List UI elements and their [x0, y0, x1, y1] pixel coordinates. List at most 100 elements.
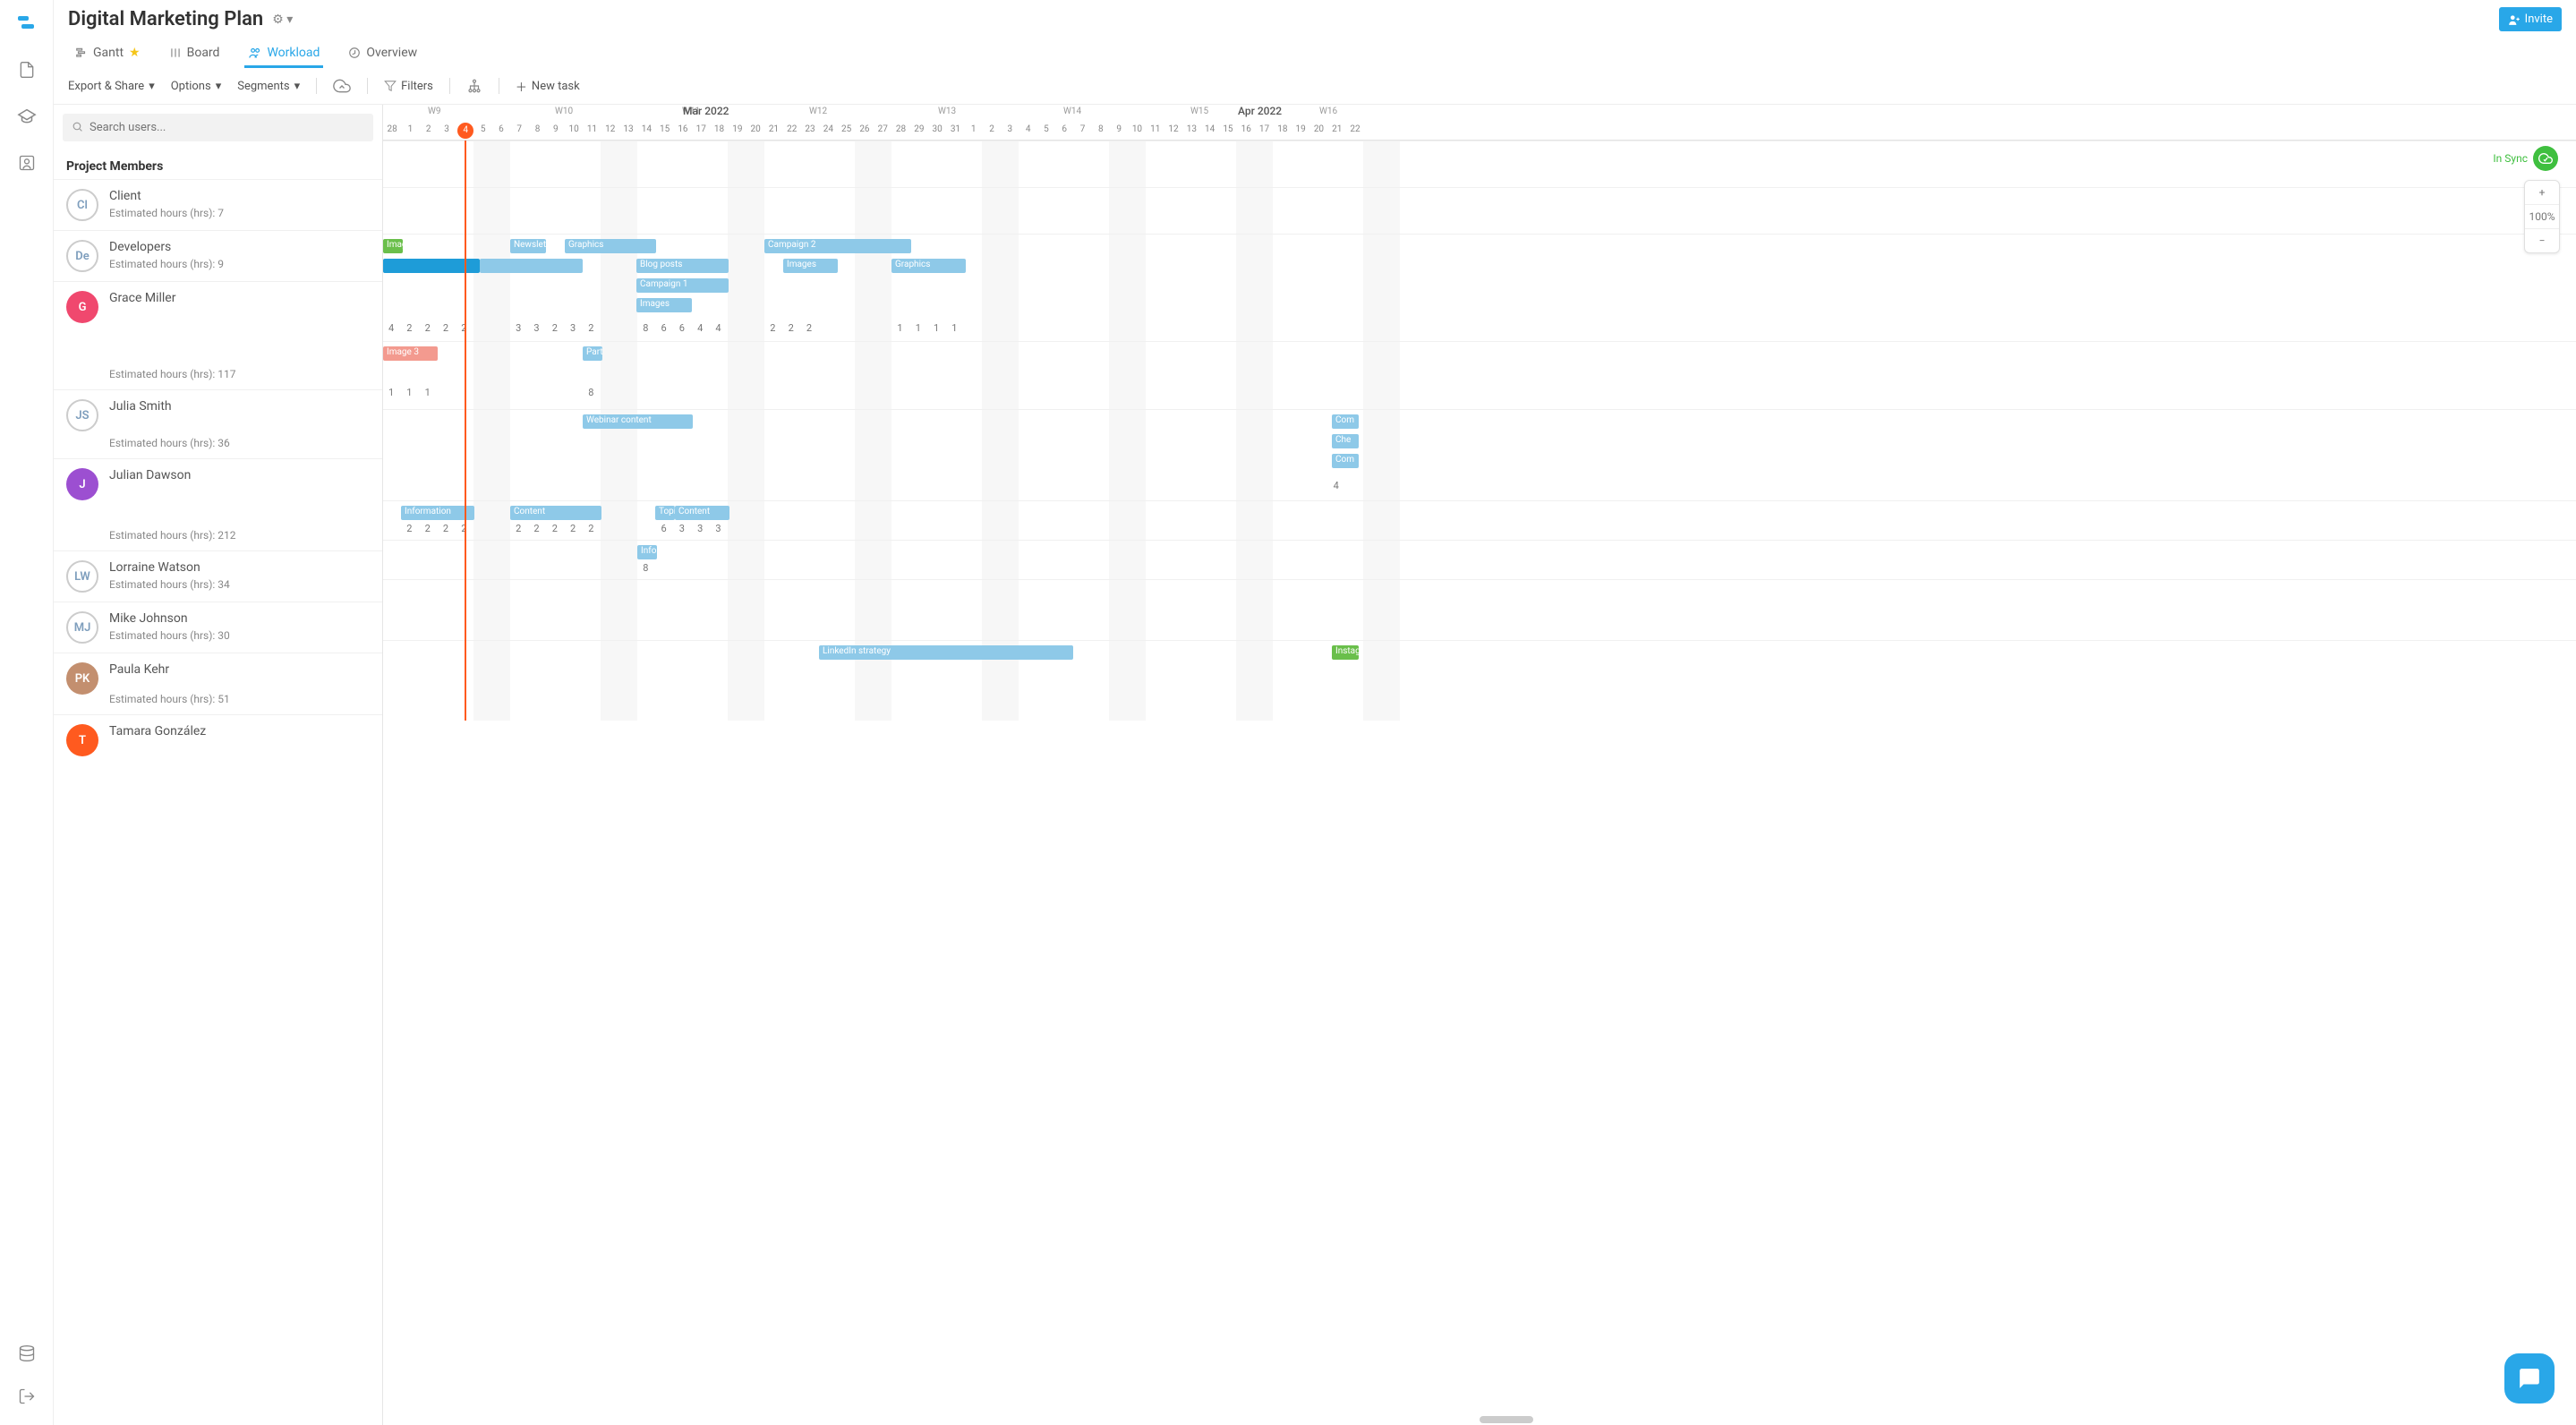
task-bar[interactable]: Webinar content	[583, 414, 693, 429]
hour-value: 2	[588, 322, 593, 334]
member-row[interactable]: DeDevelopersEstimated hours (hrs): 9	[54, 230, 382, 281]
week-label: W15	[1190, 107, 1208, 116]
hour-value: 2	[533, 523, 539, 534]
day-cell: 30	[928, 124, 946, 134]
hour-value: 6	[679, 322, 685, 334]
task-bar[interactable]: Graphics	[891, 259, 966, 273]
task-bar[interactable]: Info	[637, 545, 657, 559]
document-icon[interactable]	[16, 59, 38, 81]
day-cell: 28	[891, 124, 909, 134]
tab-workload[interactable]: Workload	[244, 40, 323, 68]
filters-button[interactable]: Filters	[384, 80, 433, 93]
member-estimate: Estimated hours (hrs): 36	[109, 437, 377, 449]
hour-value: 2	[570, 523, 576, 534]
hour-value: 2	[552, 322, 558, 334]
day-cell: 14	[1201, 124, 1219, 134]
timeline-row	[383, 187, 2576, 234]
hour-value: 3	[715, 523, 721, 534]
timeline[interactable]: W9W10W11W12W13W14W15W16Mar 2022Apr 2022 …	[383, 105, 2576, 1425]
timeline-row: Webinar content Com Che Com 4	[383, 409, 2576, 500]
hierarchy-icon[interactable]	[466, 78, 482, 94]
task-bar[interactable]: Instag	[1332, 645, 1359, 660]
member-row[interactable]: PKPaula KehrEstimated hours (hrs): 51	[54, 653, 382, 714]
day-cell: 12	[601, 124, 619, 134]
member-row[interactable]: GGrace MillerEstimated hours (hrs): 117	[54, 281, 382, 389]
contacts-icon[interactable]	[16, 152, 38, 174]
hour-value: 2	[789, 322, 794, 334]
task-bar[interactable]: Campaign 2	[764, 239, 911, 253]
task-bar[interactable]: Blog posts	[636, 259, 729, 273]
day-cell: 22	[1346, 124, 1364, 134]
hour-value: 4	[697, 322, 703, 334]
page-title: Digital Marketing Plan	[68, 8, 263, 30]
options-button[interactable]: Options ▾	[171, 80, 222, 93]
horizontal-scrollbar[interactable]	[1480, 1416, 1533, 1423]
month-label: Apr 2022	[1238, 105, 1282, 117]
academy-icon[interactable]	[16, 106, 38, 127]
export-share-button[interactable]: Export & Share ▾	[68, 80, 155, 93]
member-row[interactable]: LWLorraine WatsonEstimated hours (hrs): …	[54, 550, 382, 602]
day-cell: 4	[1019, 124, 1037, 134]
hour-value: 1	[425, 387, 431, 398]
chat-fab[interactable]	[2504, 1353, 2555, 1404]
task-bar[interactable]: Part	[583, 346, 602, 361]
tab-gantt[interactable]: Gantt ★	[72, 40, 144, 68]
member-name: Lorraine Watson	[109, 560, 377, 575]
task-bar[interactable]: Newsletter	[510, 239, 546, 253]
database-icon[interactable]	[16, 1343, 38, 1364]
member-row[interactable]: ClClientEstimated hours (hrs): 7	[54, 179, 382, 230]
tab-overview[interactable]: Overview	[345, 40, 421, 68]
day-cell: 1	[401, 124, 419, 134]
logout-icon[interactable]	[16, 1386, 38, 1407]
hour-value: 2	[588, 523, 593, 534]
avatar: PK	[66, 662, 98, 695]
segments-button[interactable]: Segments ▾	[237, 80, 300, 93]
task-bar[interactable]	[480, 259, 583, 273]
members-sidebar: Project Members ClClientEstimated hours …	[54, 105, 383, 1425]
task-bar[interactable]: LinkedIn strategy	[819, 645, 1073, 660]
task-bar[interactable]: Che	[1332, 434, 1359, 448]
sync-icon[interactable]	[2533, 146, 2558, 171]
app-logo-icon[interactable]	[16, 13, 38, 34]
day-cell: 16	[1237, 124, 1255, 134]
avatar: Cl	[66, 189, 98, 221]
search-input[interactable]	[63, 114, 373, 141]
avatar: G	[66, 291, 98, 323]
zoom-out-button[interactable]: −	[2525, 228, 2559, 252]
hour-value: 6	[661, 523, 667, 534]
task-bar[interactable]: Topi	[655, 506, 675, 520]
task-bar[interactable]: Com	[1332, 414, 1359, 429]
week-label: W14	[1063, 107, 1081, 116]
timeline-row: Info8	[383, 540, 2576, 579]
task-bar[interactable]: Content	[675, 506, 729, 520]
hour-value: 1	[406, 387, 412, 398]
hour-value: 2	[443, 523, 448, 534]
member-row[interactable]: TTamara González	[54, 714, 382, 765]
task-bar[interactable]: Images	[636, 298, 692, 312]
task-bar[interactable]: Images	[383, 239, 403, 253]
member-row[interactable]: JSJulia SmithEstimated hours (hrs): 36	[54, 389, 382, 458]
task-bar[interactable]: Graphics	[565, 239, 656, 253]
task-bar[interactable]: Information	[401, 506, 474, 520]
hour-value: 4	[1334, 480, 1339, 491]
hour-value: 1	[934, 322, 939, 334]
invite-button[interactable]: Invite	[2499, 7, 2562, 31]
hour-value: 2	[425, 523, 431, 534]
member-row[interactable]: MJMike JohnsonEstimated hours (hrs): 30	[54, 602, 382, 653]
member-row[interactable]: JJulian DawsonEstimated hours (hrs): 212	[54, 458, 382, 550]
member-name: Tamara González	[109, 724, 377, 738]
tab-board[interactable]: Board	[166, 40, 224, 68]
day-cell: 2	[420, 124, 438, 134]
day-cell: 13	[619, 124, 637, 134]
task-bar[interactable]: Images	[783, 259, 838, 273]
task-bar[interactable]: Content	[510, 506, 601, 520]
gear-icon[interactable]: ⚙ ▾	[272, 13, 293, 27]
task-bar[interactable]: Campaign 1	[636, 278, 729, 293]
cloud-icon[interactable]	[333, 77, 351, 95]
new-task-button[interactable]: ＋ New task	[516, 78, 580, 95]
day-cell: 1	[965, 124, 983, 134]
task-bar[interactable]: Com	[1332, 454, 1359, 468]
zoom-control: + 100% −	[2524, 180, 2560, 253]
zoom-in-button[interactable]: +	[2525, 181, 2559, 204]
task-bar[interactable]: Image 3	[383, 346, 438, 361]
